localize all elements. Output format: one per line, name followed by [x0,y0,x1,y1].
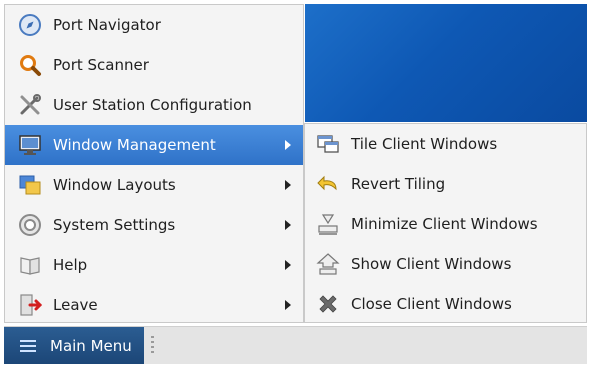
menu-item-window-management[interactable]: Window Management [5,125,303,165]
tools-icon [17,92,43,118]
main-menu: Port Navigator Port Scanner User Station… [4,4,304,323]
window-management-submenu: Tile Client Windows Revert Tiling Minimi… [304,123,587,323]
layouts-icon [17,172,43,198]
menu-item-leave[interactable]: Leave [5,285,303,325]
compass-icon [17,12,43,38]
submenu-item-tile-client-windows[interactable]: Tile Client Windows [305,124,586,164]
submenu-item-revert-tiling[interactable]: Revert Tiling [305,164,586,204]
hamburger-icon [20,339,36,352]
submenu-arrow-icon [285,300,291,310]
help-book-icon [17,252,43,278]
minimize-icon [315,211,341,237]
settings-icon [17,212,43,238]
show-windows-icon [315,251,341,277]
submenu-item-show-client-windows[interactable]: Show Client Windows [305,244,586,284]
leave-door-icon [17,292,43,318]
monitor-icon [17,132,43,158]
menu-item-help[interactable]: Help [5,245,303,285]
menu-item-user-station-configuration[interactable]: User Station Configuration [5,85,303,125]
submenu-arrow-icon [285,220,291,230]
submenu-item-close-client-windows[interactable]: Close Client Windows [305,284,586,324]
taskbar: Main Menu [4,326,587,364]
close-x-icon [315,291,341,317]
desktop-background [305,4,587,122]
submenu-arrow-icon [285,140,291,150]
tile-windows-icon [315,131,341,157]
revert-arrow-icon [315,171,341,197]
magnifier-icon [17,52,43,78]
menu-item-window-layouts[interactable]: Window Layouts [5,165,303,205]
menu-item-system-settings[interactable]: System Settings [5,205,303,245]
main-menu-button-label: Main Menu [50,336,132,355]
menu-item-port-navigator[interactable]: Port Navigator [5,5,303,45]
main-menu-button[interactable]: Main Menu [4,327,144,364]
submenu-arrow-icon [285,260,291,270]
submenu-arrow-icon [285,180,291,190]
taskbar-grip-handle[interactable] [151,336,154,356]
menu-item-port-scanner[interactable]: Port Scanner [5,45,303,85]
submenu-item-minimize-client-windows[interactable]: Minimize Client Windows [305,204,586,244]
